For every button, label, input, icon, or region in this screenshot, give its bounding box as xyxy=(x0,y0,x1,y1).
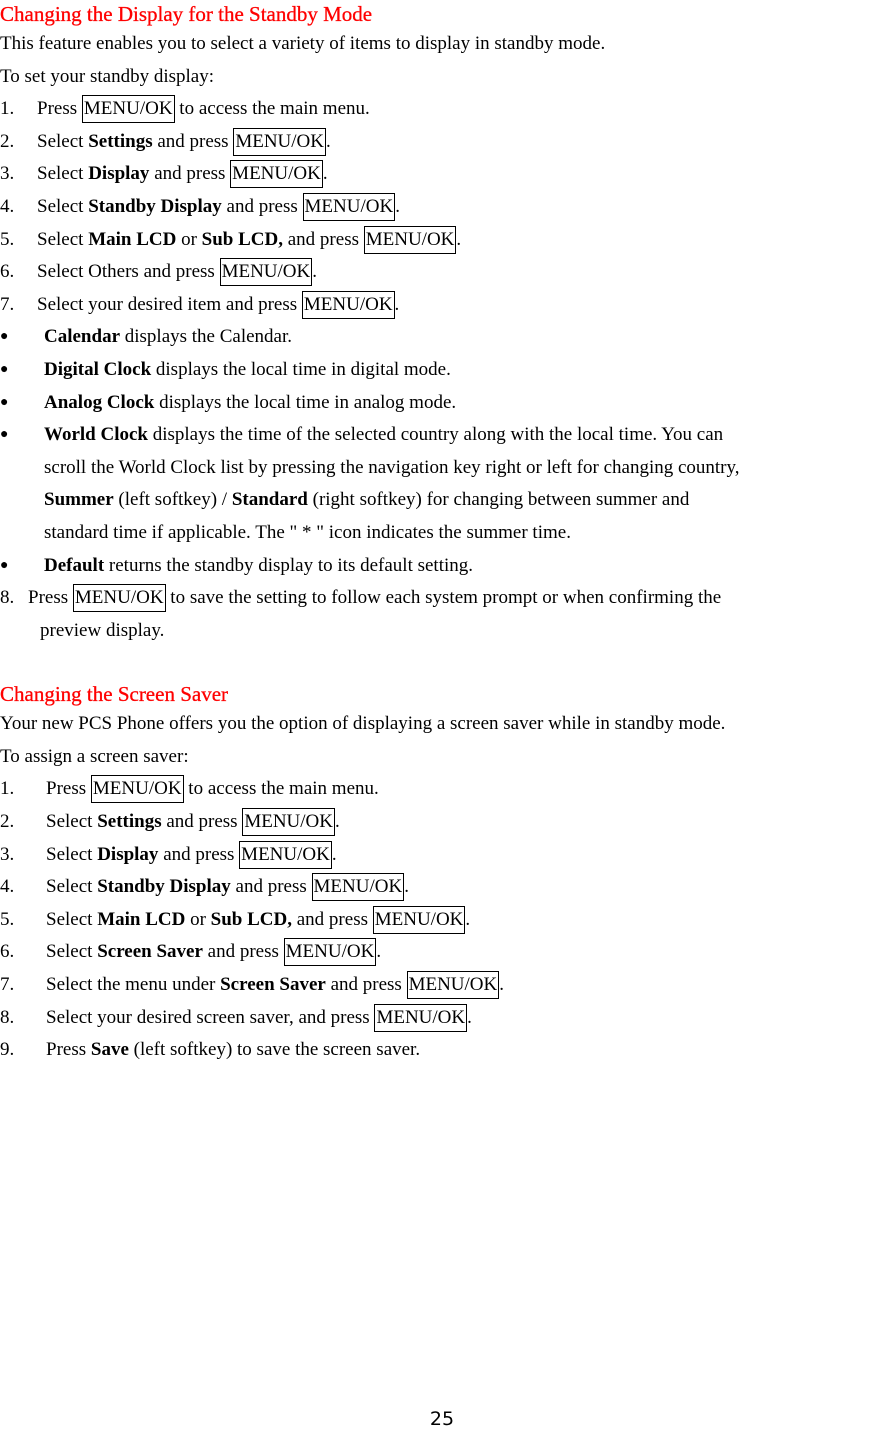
menu-ok-key: MENU/OK xyxy=(239,840,332,869)
bullet-icon: ● xyxy=(0,427,9,443)
step-6: 6. Select Others and press MENU/OK. xyxy=(0,256,884,289)
menu-ok-key: MENU/OK xyxy=(283,938,377,967)
menu-ok-key: MENU/OK xyxy=(72,584,166,613)
bullet-icon: ● xyxy=(0,557,9,573)
bullet-icon: ● xyxy=(0,329,9,345)
step-8: 8. Press MENU/OK to save the setting to f… xyxy=(0,582,884,647)
page-number: 25 xyxy=(429,1408,455,1430)
lead-text: To assign a screen saver: xyxy=(0,745,189,767)
menu-ok-key: MENU/OK xyxy=(311,873,405,902)
step-6: 6. Select Screen Saver and press MENU/OK. xyxy=(0,936,884,969)
bullet-icon: ● xyxy=(0,361,9,377)
section-screen-saver: Changing the Screen Saver Your new PCS P… xyxy=(0,680,884,1067)
menu-ok-key: MENU/OK xyxy=(233,127,326,156)
section-heading: Changing the Display for the Standby Mod… xyxy=(0,2,373,26)
intro-text: Your new PCS Phone offers you the option… xyxy=(0,713,726,735)
section-standby-display: Changing the Display for the Standby Mod… xyxy=(0,0,884,647)
menu-ok-key: MENU/OK xyxy=(363,225,457,254)
bullet-digital-clock: ● Digital Clock displays the local time i… xyxy=(0,354,884,387)
menu-ok-key: MENU/OK xyxy=(301,290,395,319)
step-7: 7. Select your desired item and press MEN… xyxy=(0,289,884,322)
step-1: 1. Press MENU/OK to access the main menu. xyxy=(0,93,884,126)
bullet-calendar: ● Calendar displays the Calendar. xyxy=(0,321,884,354)
step-2: 2. Select Settings and press MENU/OK. xyxy=(0,806,884,839)
step-3: 3. Select Display and press MENU/OK. xyxy=(0,839,884,872)
bullet-analog-clock: ● Analog Clock displays the local time in… xyxy=(0,387,884,420)
menu-ok-key: MENU/OK xyxy=(302,192,396,221)
step-2: 2. Select Settings and press MENU/OK. xyxy=(0,126,884,159)
menu-ok-key: MENU/OK xyxy=(406,971,500,1000)
step-8: 8. Select your desired screen saver, and … xyxy=(0,1002,884,1035)
step-9: 9. Press Save (left softkey) to save the … xyxy=(0,1039,421,1061)
menu-ok-key: MENU/OK xyxy=(372,905,466,934)
step-4: 4. Select Standby Display and press MENU/… xyxy=(0,191,884,224)
bullet-icon: ● xyxy=(0,394,9,410)
step-3: 3. Select Display and press MENU/OK. xyxy=(0,158,884,191)
menu-ok-key: MENU/OK xyxy=(230,160,323,189)
step-4: 4. Select Standby Display and press MENU/… xyxy=(0,871,884,904)
menu-ok-key: MENU/OK xyxy=(374,1003,468,1032)
menu-ok-key: MENU/OK xyxy=(219,258,313,287)
manual-page: Changing the Display for the Standby Mod… xyxy=(0,0,884,1067)
step-7: 7. Select the menu under Screen Saver and… xyxy=(0,969,884,1002)
step-5: 5. Select Main LCD or Sub LCD, and press … xyxy=(0,904,884,937)
step-5: 5. Select Main LCD or Sub LCD, and press … xyxy=(0,224,884,257)
intro-text: This feature enables you to select a var… xyxy=(0,33,606,54)
menu-ok-key: MENU/OK xyxy=(81,95,175,124)
lead-text: To set your standby display: xyxy=(0,65,214,87)
section-heading: Changing the Screen Saver xyxy=(0,682,229,707)
menu-ok-key: MENU/OK xyxy=(242,808,335,837)
bullet-world-clock: ● World Clock displays the time of the se… xyxy=(0,419,884,549)
bullet-default: ● Default returns the standby display to … xyxy=(0,550,884,583)
menu-ok-key: MENU/OK xyxy=(90,775,184,804)
step-1: 1. Press MENU/OK to access the main menu. xyxy=(0,773,884,806)
